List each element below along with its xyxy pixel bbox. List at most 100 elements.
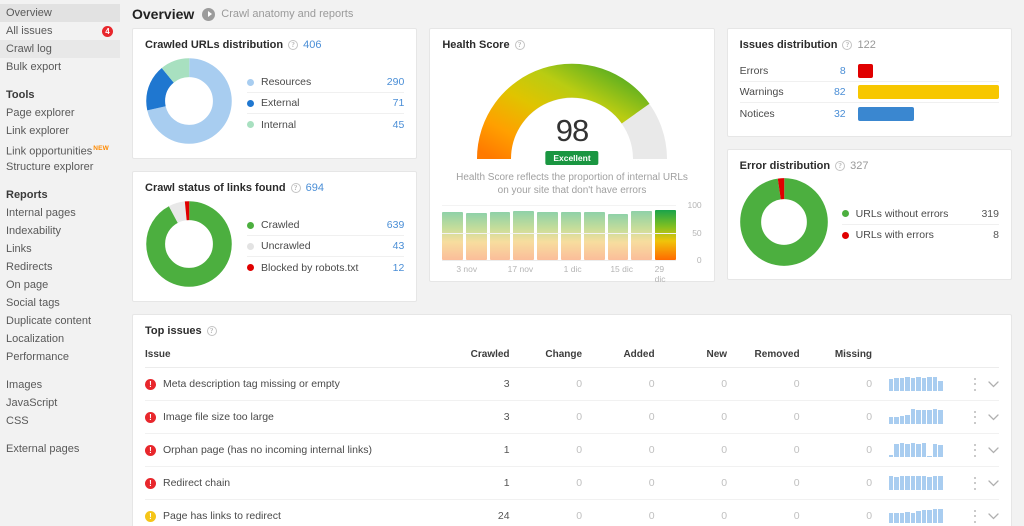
sidebar-item-indexability[interactable]: Indexability — [0, 222, 120, 240]
legend-item[interactable]: External 71 — [247, 93, 405, 114]
health-history-bar[interactable] — [655, 210, 676, 260]
health-history-bar[interactable] — [560, 211, 582, 260]
sidebar-item-duplicate-content[interactable]: Duplicate content — [0, 312, 120, 330]
sidebar-item-social-tags[interactable]: Social tags — [0, 294, 120, 312]
legend-item[interactable]: Resources 290 — [247, 72, 405, 93]
sidebar-item-overview[interactable]: Overview — [0, 4, 120, 22]
sidebar-item-crawl-log[interactable]: Crawl log — [0, 40, 120, 58]
sparkline-chart — [888, 506, 943, 523]
sidebar-item-images[interactable]: Images — [0, 376, 120, 394]
kebab-menu-icon[interactable] — [973, 476, 976, 490]
legend-item[interactable]: Uncrawled 43 — [247, 236, 405, 257]
column-header-crawled[interactable]: Crawled — [437, 341, 510, 368]
cell-issue[interactable]: Redirect chain — [145, 466, 438, 500]
issues-distribution-row[interactable]: Errors 8 — [739, 61, 999, 82]
chevron-down-icon[interactable] — [988, 380, 999, 388]
sparkline-bar — [910, 475, 916, 490]
sidebar-item-page-explorer[interactable]: Page explorer — [0, 104, 120, 122]
help-icon[interactable]: ? — [835, 161, 846, 171]
card-total[interactable]: 694 — [306, 182, 324, 194]
dashboard-grid: Crawled URLs distribution ? 406 Resource… — [120, 28, 1024, 302]
card-total[interactable]: 406 — [303, 39, 321, 51]
cell-missing: 0 — [799, 433, 873, 467]
legend-item[interactable]: Blocked by robots.txt 12 — [247, 257, 404, 278]
sparkline-bar — [921, 476, 927, 490]
table-row[interactable]: Orphan page (has no incoming internal li… — [145, 433, 999, 467]
sparkline-bar — [927, 410, 932, 424]
sidebar-item-javascript[interactable]: JavaScript — [0, 394, 120, 412]
issues-distribution-value[interactable]: 8 — [812, 65, 846, 77]
column-header-issue[interactable]: Issue — [145, 341, 438, 368]
chevron-down-icon[interactable] — [988, 479, 999, 487]
health-history-bar[interactable] — [536, 211, 558, 260]
issues-distribution-value[interactable]: 82 — [812, 86, 846, 98]
help-icon[interactable]: ? — [206, 326, 217, 336]
help-icon[interactable]: ? — [290, 183, 301, 193]
legend-item[interactable]: URLs without errors 319 — [841, 204, 999, 225]
kebab-menu-icon[interactable] — [973, 509, 976, 523]
cell-missing: 0 — [799, 466, 873, 500]
health-history-bar[interactable] — [442, 212, 463, 260]
card-title-text: Error distribution — [739, 160, 831, 172]
health-history-bar[interactable] — [489, 211, 511, 260]
sidebar-item-performance[interactable]: Performance — [0, 348, 120, 366]
health-history-bar[interactable] — [513, 210, 534, 260]
chevron-down-icon[interactable] — [988, 512, 999, 520]
sidebar-item-css[interactable]: CSS — [0, 412, 120, 430]
cell-issue[interactable]: Meta description tag missing or empty — [145, 367, 438, 401]
kebab-menu-icon[interactable] — [973, 377, 976, 391]
column-header-removed[interactable]: Removed — [727, 341, 800, 368]
sidebar-item-redirects[interactable]: Redirects — [0, 258, 120, 276]
help-icon[interactable]: ? — [842, 40, 853, 50]
help-icon[interactable]: ? — [288, 40, 299, 50]
sparkline-bar — [938, 509, 943, 523]
kebab-menu-icon[interactable] — [973, 410, 976, 424]
health-history-bar[interactable] — [465, 212, 487, 260]
column-header-new[interactable]: New — [654, 341, 728, 368]
card-crawled-urls-distribution: Crawled URLs distribution ? 406 Resource… — [132, 28, 418, 159]
cell-issue[interactable]: Page has links to redirect — [145, 499, 438, 526]
play-icon[interactable] — [202, 7, 216, 21]
sidebar-item-links[interactable]: Links — [0, 240, 120, 258]
legend-item[interactable]: URLs with errors 8 — [841, 225, 999, 246]
health-history-bar[interactable] — [631, 210, 653, 260]
legend-color-swatch — [247, 99, 254, 107]
chevron-down-icon[interactable] — [988, 446, 999, 454]
issues-distribution-row[interactable]: Warnings 82 — [739, 82, 999, 103]
cell-actions — [942, 400, 999, 434]
health-history-bar[interactable] — [584, 211, 605, 260]
chevron-down-icon[interactable] — [988, 413, 999, 421]
cell-new: 0 — [654, 466, 728, 500]
health-history-bar[interactable] — [607, 213, 629, 260]
cell-actions — [942, 466, 999, 500]
sidebar-divider-external — [0, 430, 120, 440]
cell-issue[interactable]: Orphan page (has no incoming internal li… — [145, 433, 438, 467]
table-row[interactable]: Image file size too large300000 — [145, 400, 999, 434]
sidebar-item-on-page[interactable]: On page — [0, 276, 120, 294]
column-header-missing[interactable]: Missing — [799, 341, 873, 368]
sidebar-item-all-issues[interactable]: All issues 4 — [0, 22, 120, 40]
cell-change: 0 — [509, 466, 583, 500]
legend-item[interactable]: Crawled 639 — [247, 215, 405, 236]
legend-item[interactable]: Internal 45 — [247, 114, 404, 135]
issues-distribution-value[interactable]: 32 — [812, 108, 846, 120]
card-title: Issues distribution ? 122 — [740, 39, 999, 51]
cell-issue[interactable]: Image file size too large — [145, 400, 438, 434]
sidebar-item-bulk-export[interactable]: Bulk export — [0, 58, 120, 76]
table-row[interactable]: Redirect chain100000 — [145, 466, 999, 500]
table-row[interactable]: Meta description tag missing or empty300… — [145, 367, 999, 401]
sidebar-item-external-pages[interactable]: External pages — [0, 440, 120, 458]
table-row[interactable]: Page has links to redirect2400000 — [145, 499, 999, 526]
issue-label: Page has links to redirect — [163, 510, 281, 522]
kebab-menu-icon[interactable] — [973, 443, 976, 457]
sidebar-item-link-explorer[interactable]: Link explorer — [0, 122, 120, 140]
issues-distribution-row[interactable]: Notices 32 — [740, 103, 999, 124]
sidebar-item-internal-pages[interactable]: Internal pages — [0, 204, 120, 222]
column-header-added[interactable]: Added — [582, 341, 655, 368]
sidebar-item-label: Page explorer — [6, 107, 75, 119]
help-icon[interactable]: ? — [514, 40, 525, 50]
sidebar-item-structure-explorer[interactable]: Structure explorer — [0, 158, 120, 176]
sidebar-item-link-opportunities[interactable]: Link opportunitiesNEW — [0, 140, 120, 158]
column-header-change[interactable]: Change — [509, 341, 583, 368]
sidebar-item-localization[interactable]: Localization — [0, 330, 120, 348]
